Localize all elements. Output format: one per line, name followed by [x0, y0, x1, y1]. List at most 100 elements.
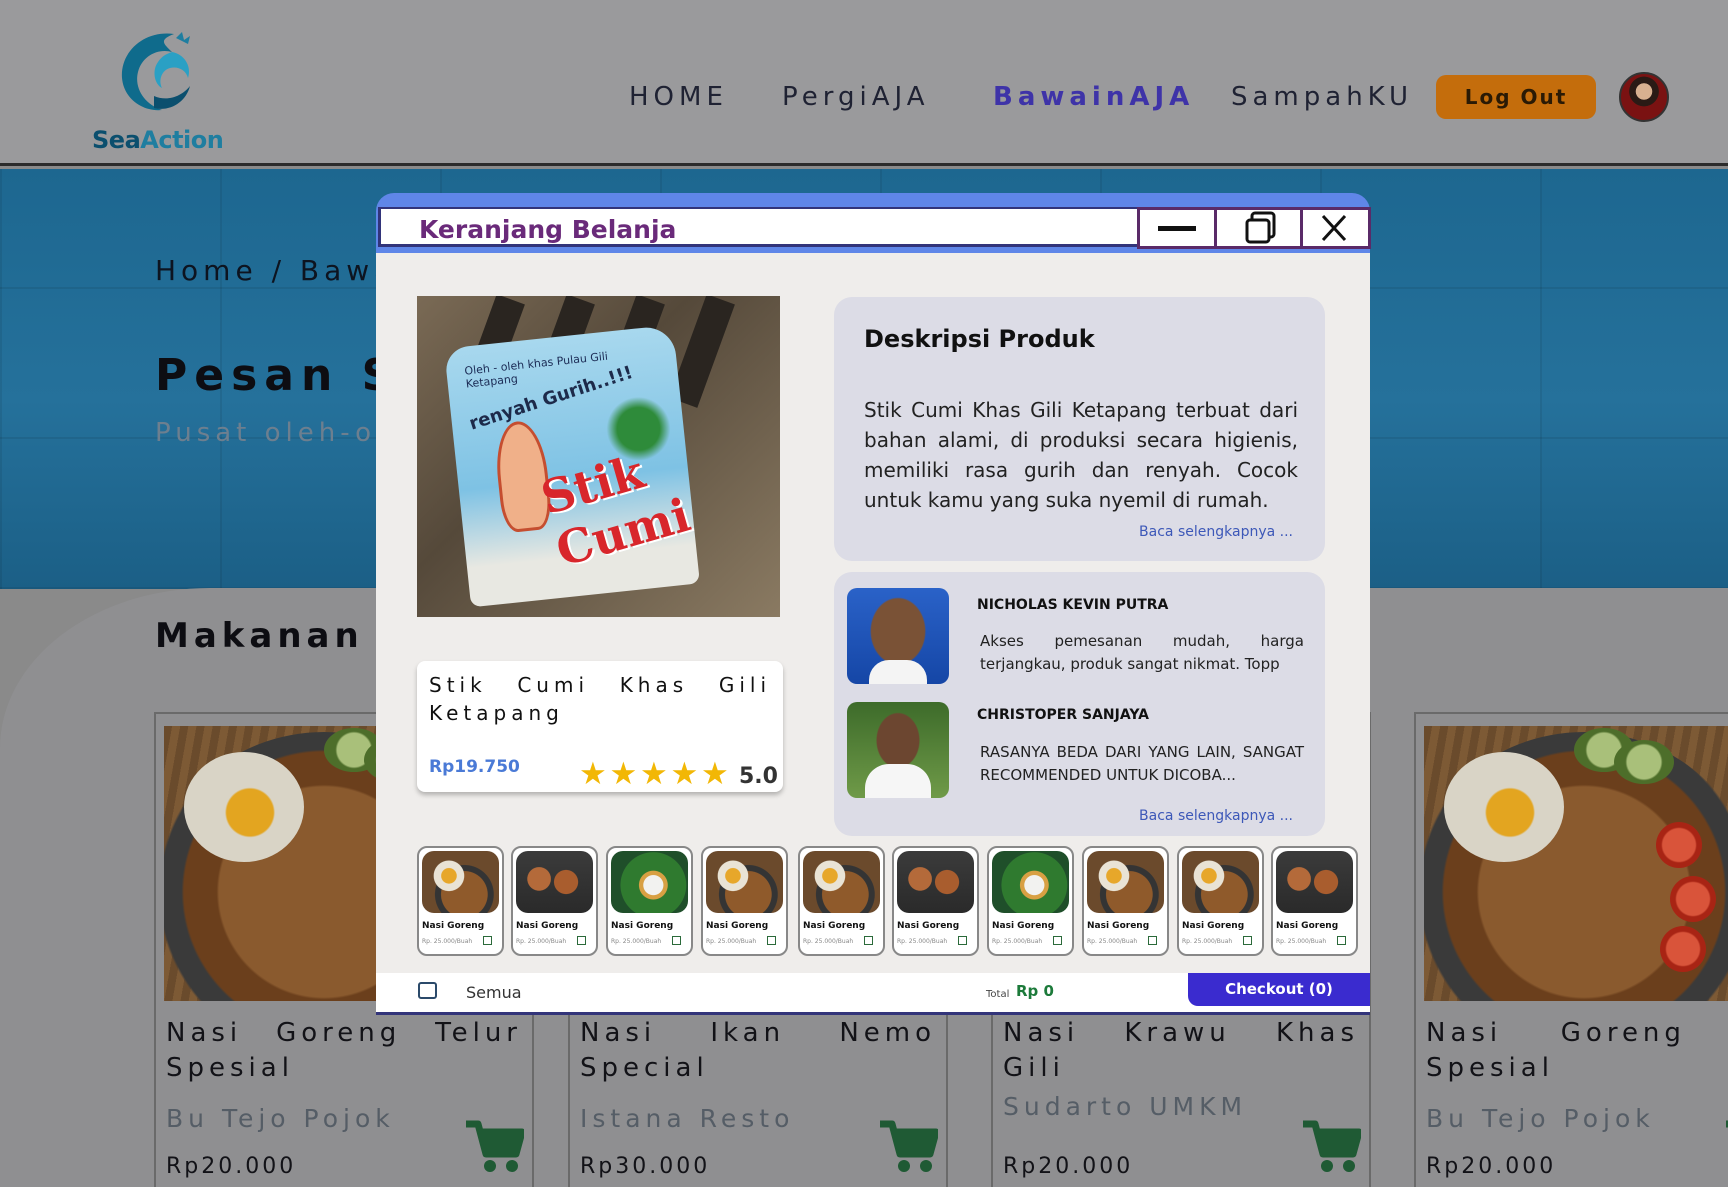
cart-item-image [422, 851, 499, 913]
close-icon [1321, 214, 1347, 242]
modal-body: Oleh - oleh khas Pulau Gili Ketapang ren… [376, 253, 1370, 1015]
food-price: Rp20.000 [1003, 1154, 1134, 1179]
total-value: Rp 0 [1016, 982, 1054, 1000]
cart-item-image [706, 851, 783, 913]
add-to-cart-icon[interactable] [878, 1118, 938, 1174]
reviews-read-more-link[interactable]: Baca selengkapnya ... [1139, 808, 1293, 824]
breadcrumb[interactable]: Home / Bawai [155, 254, 409, 287]
cart-item-price: Rp. 25.000/Buah [1276, 938, 1327, 945]
food-price: Rp20.000 [166, 1154, 297, 1179]
close-button[interactable] [1303, 207, 1371, 249]
cart-item-price: Rp. 25.000/Buah [803, 938, 854, 945]
brand-logo[interactable]: SeaAction [88, 20, 228, 155]
reviewer-avatar [847, 588, 949, 684]
add-to-cart-icon[interactable] [1724, 1118, 1728, 1174]
add-to-cart-icon[interactable] [464, 1118, 524, 1174]
cart-item-checkbox[interactable] [864, 936, 873, 945]
cart-item[interactable]: Nasi Goreng Rp. 25.000/Buah [1082, 846, 1169, 956]
cart-item-image [516, 851, 593, 913]
cart-item-name: Nasi Goreng [1087, 921, 1150, 931]
cart-item-name: Nasi Goreng [1276, 921, 1339, 931]
food-name: Nasi Krawu Khas Gili [1003, 1018, 1359, 1083]
minimize-button[interactable] [1137, 207, 1217, 249]
cart-item[interactable]: Nasi Goreng Rp. 25.000/Buah [798, 846, 885, 956]
reviewer-avatar [847, 702, 949, 798]
cart-item-price: Rp. 25.000/Buah [422, 938, 473, 945]
cart-item-checkbox[interactable] [577, 936, 586, 945]
cart-item-name: Nasi Goreng [422, 921, 485, 931]
nav-pergiaja[interactable]: PergiAJA [782, 82, 930, 112]
food-price: Rp30.000 [580, 1154, 711, 1179]
cart-item-image [1087, 851, 1164, 913]
cart-item-checkbox[interactable] [1337, 936, 1346, 945]
cart-item[interactable]: Nasi Goreng Rp. 25.000/Buah [417, 846, 504, 956]
user-avatar[interactable] [1619, 72, 1669, 122]
select-all-checkbox[interactable] [418, 982, 437, 999]
cart-item-image [992, 851, 1069, 913]
product-image: Oleh - oleh khas Pulau Gili Ketapang ren… [417, 296, 780, 617]
cart-item-image [1182, 851, 1259, 913]
cart-item-price: Rp. 25.000/Buah [1182, 938, 1233, 945]
brand-name-part2: Action [140, 126, 224, 154]
cart-modal: Keranjang Belanja Oleh - oleh khas Pulau… [376, 193, 1371, 1015]
restore-button[interactable] [1217, 207, 1303, 249]
rating-stars: ★ ★ ★ ★ ★ [579, 756, 732, 792]
modal-titlebar[interactable]: Keranjang Belanja [378, 207, 1371, 249]
cart-item-checkbox[interactable] [958, 936, 967, 945]
navbar: SeaAction HOME PergiAJA BawainAJA Sampah… [0, 0, 1728, 166]
food-vendor: Istana Resto [580, 1104, 795, 1133]
cart-item-checkbox[interactable] [483, 936, 492, 945]
food-card[interactable]: Nasi Goreng Te Spesial Bu Tejo Pojok Rp2… [1414, 712, 1728, 1187]
cart-item-price: Rp. 25.000/Buah [516, 938, 567, 945]
review-text: Akses pemesanan mudah, harga terjangkau,… [980, 632, 1304, 673]
cart-item[interactable]: Nasi Goreng Rp. 25.000/Buah [1177, 846, 1264, 956]
package-product-text: Stik Cumi [535, 444, 696, 578]
cart-item[interactable]: Nasi Goreng Rp. 25.000/Buah [1271, 846, 1358, 956]
add-to-cart-icon[interactable] [1301, 1118, 1361, 1174]
cart-item-checkbox[interactable] [767, 936, 776, 945]
food-name: Nasi Ikan Nemo Special [580, 1018, 936, 1083]
cart-item-price: Rp. 25.000/Buah [706, 938, 757, 945]
food-vendor: Sudarto UMKM [1003, 1092, 1248, 1121]
cart-item[interactable]: Nasi Goreng Rp. 25.000/Buah [987, 846, 1074, 956]
modal-title: Keranjang Belanja [419, 215, 677, 244]
cart-item-price: Rp. 25.000/Buah [897, 938, 948, 945]
star-icon: ★ [579, 756, 607, 792]
food-vendor: Bu Tejo Pojok [1426, 1104, 1655, 1133]
cart-item-image [803, 851, 880, 913]
restore-icon [1245, 211, 1276, 244]
brand-name-part1: Sea [92, 126, 141, 154]
wave-logo-icon [121, 32, 190, 111]
star-icon: ★ [670, 756, 699, 792]
star-icon: ★ [609, 756, 638, 792]
minimize-icon [1158, 226, 1196, 231]
nav-bawainaja[interactable]: BawainAJA [993, 82, 1194, 112]
cart-item[interactable]: Nasi Goreng Rp. 25.000/Buah [701, 846, 788, 956]
product-info-card: Stik Cumi Khas Gili Ketapang Rp19.750 ★ … [417, 661, 783, 792]
food-image [1424, 726, 1728, 1001]
food-name: Nasi Goreng Te Spesial [1426, 1018, 1728, 1083]
cart-item[interactable]: Nasi Goreng Rp. 25.000/Buah [606, 846, 693, 956]
product-package: Oleh - oleh khas Pulau Gili Ketapang ren… [444, 324, 700, 608]
logout-button[interactable]: Log Out [1436, 75, 1596, 119]
cart-item-checkbox[interactable] [1148, 936, 1157, 945]
description-read-more-link[interactable]: Baca selengkapnya ... [1139, 524, 1293, 540]
select-all-label[interactable]: Semua [466, 983, 522, 1002]
nav-sampahku[interactable]: SampahKU [1231, 82, 1413, 112]
cart-item[interactable]: Nasi Goreng Rp. 25.000/Buah [511, 846, 598, 956]
description-title: Deskripsi Produk [864, 325, 1095, 353]
cart-item-image [897, 851, 974, 913]
food-name: Nasi Goreng Telur Spesial [166, 1018, 522, 1083]
brand-name: SeaAction [92, 126, 224, 154]
cart-item-checkbox[interactable] [1243, 936, 1252, 945]
cart-item-checkbox[interactable] [672, 936, 681, 945]
cart-footer: Semua Total Rp 0 Checkout (0) [376, 973, 1370, 1015]
page-subtitle: Pusat oleh-ole [155, 418, 410, 448]
description-text: Stik Cumi Khas Gili Ketapang terbuat dar… [864, 398, 1298, 512]
cart-item-name: Nasi Goreng [992, 921, 1055, 931]
product-price: Rp19.750 [429, 757, 520, 777]
cart-item[interactable]: Nasi Goreng Rp. 25.000/Buah [892, 846, 979, 956]
checkout-button[interactable]: Checkout (0) [1188, 973, 1370, 1006]
cart-item-checkbox[interactable] [1053, 936, 1062, 945]
nav-home[interactable]: HOME [629, 82, 728, 112]
